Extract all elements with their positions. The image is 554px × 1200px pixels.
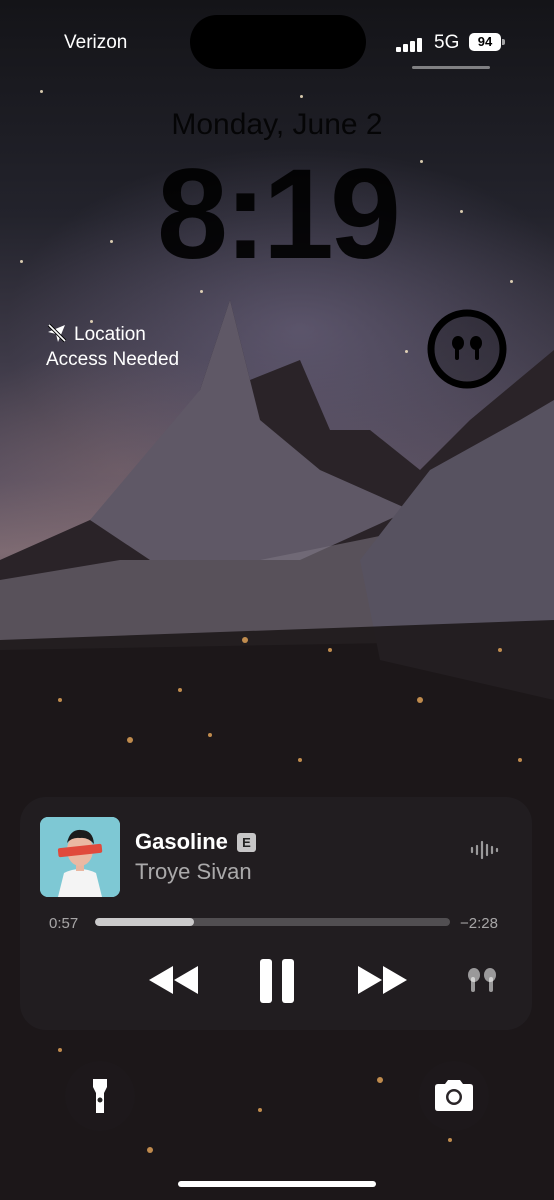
song-title: Gasoline [135, 829, 228, 854]
clock[interactable]: 8:19 [0, 150, 554, 280]
star [300, 95, 303, 98]
location-widget-subtitle: Access Needed [46, 349, 180, 370]
signal-icon [396, 36, 428, 52]
elapsed-time: 0:57 [49, 915, 79, 932]
flashlight-icon [93, 1079, 107, 1113]
location-slash-icon [47, 323, 67, 343]
battery-icon: 94 [469, 33, 505, 51]
battery-level: 94 [469, 33, 501, 51]
rewind-icon[interactable] [147, 962, 201, 998]
camera-button[interactable] [419, 1061, 489, 1131]
star [510, 280, 513, 283]
now-playing-widget[interactable]: Gasoline E Troye Sivan 0:57 −2:28 [20, 797, 532, 1030]
control-center-handle[interactable] [412, 66, 490, 69]
lock-screen: Verizon 5G 94 Monday, June 2 8:19 Locati… [0, 0, 554, 1200]
airpods-output-icon[interactable] [462, 967, 502, 995]
home-indicator[interactable] [178, 1181, 376, 1187]
flashlight-button[interactable] [65, 1061, 135, 1131]
star [40, 90, 43, 93]
airpods-battery-widget[interactable] [426, 308, 508, 390]
album-art-image [40, 817, 120, 897]
carrier-label: Verizon [64, 32, 128, 53]
pause-icon[interactable] [258, 957, 298, 1005]
dynamic-island [190, 15, 366, 69]
location-widget[interactable]: Location Access Needed [46, 322, 246, 372]
album-art[interactable] [40, 817, 120, 897]
explicit-badge: E [237, 833, 256, 852]
progress-fill [95, 918, 195, 926]
remaining-time: −2:28 [460, 915, 498, 932]
location-widget-title: Location [74, 324, 146, 345]
network-type: 5G [434, 32, 460, 53]
star [405, 350, 408, 353]
artist-name: Troye Sivan [135, 859, 252, 884]
waveform-icon [470, 840, 499, 860]
fast-forward-icon[interactable] [356, 962, 410, 998]
camera-icon [435, 1080, 473, 1111]
progress-slider[interactable] [95, 918, 450, 926]
star [200, 290, 203, 293]
date-label[interactable]: Monday, June 2 [0, 108, 554, 142]
